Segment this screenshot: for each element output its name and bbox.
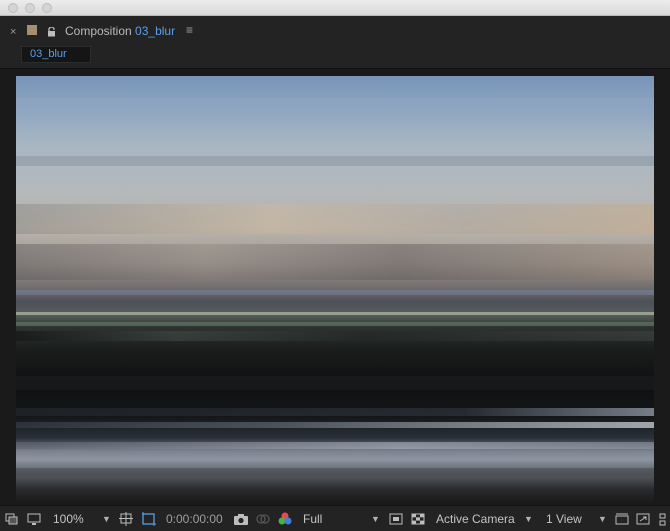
current-time-display[interactable]: 0:00:00:00: [166, 511, 223, 527]
panel-title-prefix: Composition: [65, 24, 132, 38]
show-snapshot-icon[interactable]: [256, 511, 270, 527]
camera-snapshot-icon[interactable]: [233, 511, 249, 527]
close-window-button[interactable]: [8, 3, 18, 13]
minimize-window-button[interactable]: [25, 3, 35, 13]
channel-rgb-icon[interactable]: [277, 511, 293, 527]
composition-tab[interactable]: 03_blur: [21, 46, 91, 63]
label-color-swatch[interactable]: [27, 25, 37, 35]
panel-menu-icon[interactable]: ≡: [186, 23, 193, 37]
region-of-interest-icon[interactable]: [141, 511, 157, 527]
view-layout-chevron-down-icon[interactable]: ▼: [598, 511, 607, 527]
lock-icon[interactable]: [47, 24, 56, 37]
display-monitor-icon[interactable]: [27, 511, 41, 527]
fast-previews-icon[interactable]: [389, 511, 403, 527]
composition-frame: [16, 76, 654, 502]
composition-name[interactable]: 03_blur: [135, 24, 175, 38]
view-layout-dropdown[interactable]: 1 View: [546, 511, 582, 527]
close-panel-button[interactable]: ×: [10, 26, 16, 38]
magnification-chevron-down-icon[interactable]: ▼: [102, 511, 111, 527]
resolution-chevron-down-icon[interactable]: ▼: [371, 511, 380, 527]
always-preview-icon[interactable]: [5, 511, 19, 527]
camera-view-dropdown[interactable]: Active Camera: [436, 511, 515, 527]
transparency-grid-icon[interactable]: [411, 511, 425, 527]
zoom-window-button[interactable]: [42, 3, 52, 13]
panel-title: Composition 03_blur: [65, 24, 175, 38]
viewer-toolbar: 100% ▼ 0:00:00:00 Full ▼ Active Camera ▼…: [0, 505, 670, 531]
toggle-pixel-aspect-icon[interactable]: [615, 511, 629, 527]
resolution-dropdown[interactable]: Full: [303, 511, 322, 527]
viewer-divider: [0, 68, 670, 69]
grid-guides-icon[interactable]: [119, 511, 135, 527]
composition-panel-header: × Composition 03_blur ≡ 03_blur: [0, 16, 670, 68]
composition-viewer[interactable]: [0, 68, 670, 505]
camera-view-chevron-down-icon[interactable]: ▼: [524, 511, 533, 527]
timeline-jump-icon[interactable]: [636, 511, 650, 527]
magnification-dropdown[interactable]: 100%: [53, 511, 84, 527]
flowchart-icon[interactable]: [658, 511, 668, 527]
window-titlebar: [0, 0, 670, 16]
